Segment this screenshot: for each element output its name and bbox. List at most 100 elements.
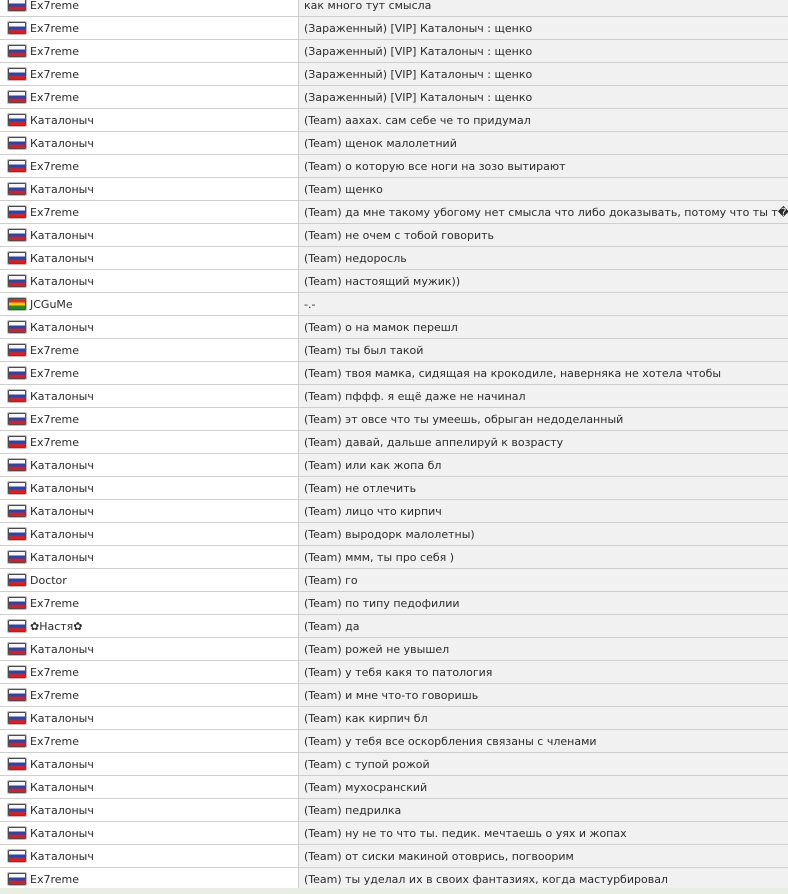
player-name-link[interactable]: Каталоныч [30, 275, 94, 288]
player-name-link[interactable]: Ex7reme [30, 413, 79, 426]
russia-flag-icon [8, 436, 26, 448]
message-cell: (Team) настоящий мужик)) [299, 270, 788, 292]
player-name-link[interactable]: Doctor [30, 574, 67, 587]
russia-flag-icon [8, 712, 26, 724]
message-text: (Team) педрилка [304, 803, 402, 817]
player-name-link[interactable]: Каталоныч [30, 827, 94, 840]
chat-row: Каталоныч (Team) ммм, ты про себя ) [0, 546, 788, 569]
player-name-link[interactable]: Ex7reme [30, 735, 79, 748]
russia-flag-icon [8, 160, 26, 172]
chat-row: JCGuMe -.- [0, 293, 788, 316]
chat-row: Doctor (Team) го [0, 569, 788, 592]
player-name-link[interactable]: Каталоныч [30, 712, 94, 725]
player-name-link[interactable]: Ex7reme [30, 91, 79, 104]
russia-flag-icon [8, 91, 26, 103]
player-cell: Ex7reme [0, 339, 299, 361]
player-name-link[interactable]: Каталоныч [30, 390, 94, 403]
message-cell: -.- [299, 293, 788, 315]
russia-flag-icon [8, 689, 26, 701]
player-name-link[interactable]: Ex7reme [30, 22, 79, 35]
player-name-link[interactable]: Каталоныч [30, 643, 94, 656]
russia-flag-icon [8, 183, 26, 195]
player-cell: Ex7reme [0, 155, 299, 177]
chat-row: Каталоныч (Team) щенок малолетний [0, 132, 788, 155]
player-name-link[interactable]: Каталоныч [30, 459, 94, 472]
russia-flag-icon [8, 68, 26, 80]
player-cell: Каталоныч [0, 707, 299, 729]
player-name-link[interactable]: Ex7reme [30, 436, 79, 449]
chat-row: Ex7reme (Team) о которую все ноги на зозо… [0, 155, 788, 178]
player-name-link[interactable]: Каталоныч [30, 850, 94, 863]
player-name-link[interactable]: Ex7reme [30, 666, 79, 679]
player-cell: Каталоныч [0, 822, 299, 844]
russia-flag-icon [8, 22, 26, 34]
russia-flag-icon [8, 850, 26, 862]
chat-row: Каталоныч (Team) аахах. сам себе че то пр… [0, 109, 788, 132]
chat-row: Каталоныч (Team) выродорк малолетны) [0, 523, 788, 546]
russia-flag-icon [8, 114, 26, 126]
chat-row: Каталоныч (Team) настоящий мужик)) [0, 270, 788, 293]
player-name-link[interactable]: Ex7reme [30, 0, 79, 12]
message-text: (Team) ты был такой [304, 343, 424, 357]
message-cell: (Team) мухосранский [299, 776, 788, 798]
player-name-link[interactable]: Ex7reme [30, 689, 79, 702]
player-cell: Каталоныч [0, 454, 299, 476]
chat-row: Ex7reme (Team) давай, дальше аппелируй к … [0, 431, 788, 454]
player-name-link[interactable]: Каталоныч [30, 505, 94, 518]
russia-flag-icon [8, 574, 26, 586]
player-name-link[interactable]: Каталоныч [30, 781, 94, 794]
player-name-link[interactable]: Каталоныч [30, 137, 94, 150]
chat-row: Ex7reme (Team) и мне что-то говоришь [0, 684, 788, 707]
player-name-link[interactable]: Каталоныч [30, 482, 94, 495]
player-cell: Каталоныч [0, 109, 299, 131]
message-cell: (Team) по типу педофилии [299, 592, 788, 614]
russia-flag-icon [8, 758, 26, 770]
message-cell: (Team) эт овсе что ты умеешь, обрыган не… [299, 408, 788, 430]
player-name-link[interactable]: Каталоныч [30, 252, 94, 265]
player-name-link[interactable]: Каталоныч [30, 804, 94, 817]
player-name-link[interactable]: JCGuMe [30, 298, 73, 311]
player-name-link[interactable]: Ex7reme [30, 68, 79, 81]
message-cell: (Team) го [299, 569, 788, 591]
message-cell: (Team) выродорк малолетны) [299, 523, 788, 545]
player-cell: Каталоныч [0, 799, 299, 821]
player-name-link[interactable]: Каталоныч [30, 551, 94, 564]
player-name-link[interactable]: Ex7reme [30, 344, 79, 357]
message-cell: (Team) да [299, 615, 788, 637]
player-name-link[interactable]: Ex7reme [30, 367, 79, 380]
message-cell: (Team) или как жопа бл [299, 454, 788, 476]
message-text: (Team) щенко [304, 182, 383, 196]
player-name-link[interactable]: Каталоныч [30, 758, 94, 771]
player-cell: Каталоныч [0, 316, 299, 338]
message-text: (Team) лицо что кирпич [304, 504, 442, 518]
player-cell: Каталоныч [0, 178, 299, 200]
player-name-link[interactable]: Каталоныч [30, 229, 94, 242]
chat-row: Каталоныч (Team) не отлечить [0, 477, 788, 500]
chat-row: Каталоныч (Team) с тупой рожой [0, 753, 788, 776]
player-name-link[interactable]: Ex7reme [30, 45, 79, 58]
player-name-link[interactable]: Каталоныч [30, 183, 94, 196]
message-cell: (Team) ты уделал их в своих фантазиях, к… [299, 868, 788, 890]
chat-row: Ex7reme как много тут смысла [0, 0, 788, 17]
message-cell: (Team) рожей не увышел [299, 638, 788, 660]
message-cell: (Team) да мне такому убогому нет смысла … [299, 201, 788, 223]
message-cell: (Team) ну не то что ты. педик. мечтаешь … [299, 822, 788, 844]
message-cell: (Team) у тебя все оскорбления связаны с … [299, 730, 788, 752]
player-name-link[interactable]: Каталоныч [30, 321, 94, 334]
message-text: (Team) недоросль [304, 251, 407, 265]
player-name-link[interactable]: Ex7reme [30, 597, 79, 610]
player-name-link[interactable]: Каталоныч [30, 528, 94, 541]
chat-row: Каталоныч (Team) педрилка [0, 799, 788, 822]
message-cell: (Team) о на мамок перешл [299, 316, 788, 338]
player-cell: Doctor [0, 569, 299, 591]
chat-row: Ex7reme (Зараженный) [VIP] Каталоныч : ще… [0, 17, 788, 40]
player-name-link[interactable]: Ex7reme [30, 206, 79, 219]
message-text: -.- [304, 297, 316, 311]
message-cell: (Team) щенок малолетний [299, 132, 788, 154]
player-cell: Ex7reme [0, 661, 299, 683]
player-name-link[interactable]: ✿Настя✿ [30, 620, 83, 633]
player-name-link[interactable]: Каталоныч [30, 114, 94, 127]
player-cell: Каталоныч [0, 247, 299, 269]
player-name-link[interactable]: Ex7reme [30, 873, 79, 886]
player-name-link[interactable]: Ex7reme [30, 160, 79, 173]
